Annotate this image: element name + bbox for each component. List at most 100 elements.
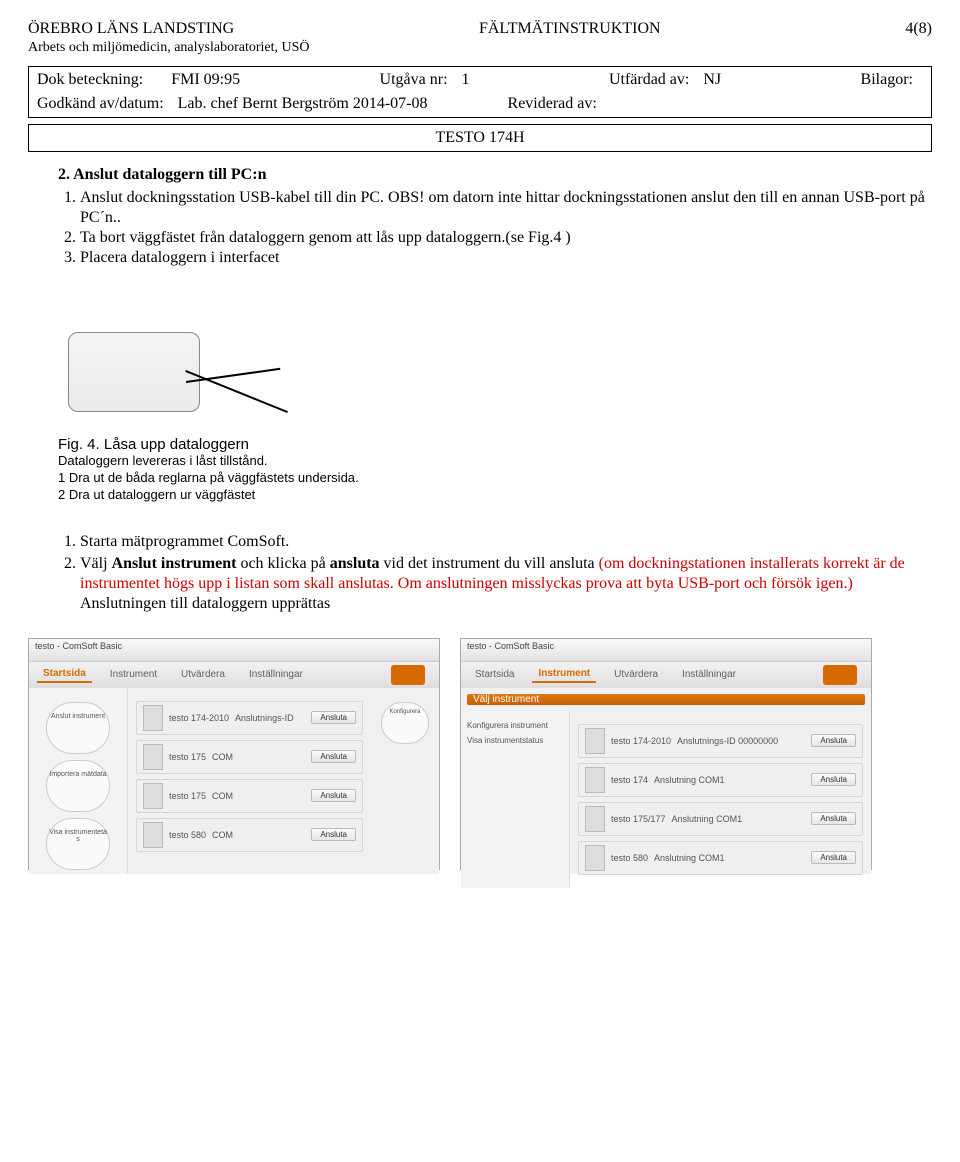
app-window-right: testo - ComSoft Basic Startsida Instrume…: [460, 638, 872, 870]
device-thumb-icon: [143, 744, 163, 770]
instrument-row[interactable]: testo 175 COM Ansluta: [136, 740, 363, 774]
instrument-port: COM: [212, 830, 233, 840]
instrument-row[interactable]: testo 174-2010 Anslutnings-ID Ansluta: [136, 701, 363, 735]
brand-logo-icon: [391, 665, 425, 685]
figure-4-caption: Fig. 4. Låsa upp dataloggern: [58, 436, 932, 453]
section-2-list: Anslut dockningsstation USB-kabel till d…: [80, 188, 932, 268]
app-body: Anslut instrument Importera mätdata Visa…: [29, 688, 439, 874]
tab-utvardera[interactable]: Utvärdera: [175, 667, 231, 682]
instrument-row[interactable]: testo 175 COM Ansluta: [136, 779, 363, 813]
connect-button[interactable]: Ansluta: [311, 828, 356, 841]
right-bubble-pane: Konfigurera: [371, 688, 439, 874]
instrument-port: Anslutning COM1: [654, 853, 725, 863]
list-item: Placera dataloggern i interfacet: [80, 248, 932, 268]
list-item: Anslut dockningsstation USB-kabel till d…: [80, 188, 932, 228]
tab-installningar[interactable]: Inställningar: [243, 667, 309, 682]
left-pane: Anslut instrument Importera mätdata Visa…: [29, 688, 128, 874]
connect-button[interactable]: Ansluta: [311, 789, 356, 802]
bubble-importera[interactable]: Importera mätdata: [46, 760, 110, 812]
app-titlebar: testo - ComSoft Basic: [461, 639, 871, 662]
app-body: Välj instrument Konfigurera instrument V…: [461, 688, 871, 874]
instrument-name: testo 174: [611, 775, 648, 785]
bubble-anslut[interactable]: Anslut instrument: [46, 702, 110, 754]
screenshots-row: testo - ComSoft Basic Startsida Instrume…: [28, 638, 932, 870]
section-2b-list: Starta mätprogrammet ComSoft. Välj Anslu…: [80, 532, 932, 614]
page-header: ÖREBRO LÄNS LANDSTING FÄLTMÄTINSTRUKTION…: [28, 20, 932, 38]
list-item: Starta mätprogrammet ComSoft.: [80, 532, 932, 552]
figure-4: Fig. 4. Låsa upp dataloggern Dataloggern…: [58, 282, 932, 504]
instrument-name: testo 174-2010: [169, 713, 229, 723]
instrument-name: testo 580: [169, 830, 206, 840]
left-pane: Konfigurera instrument Visa instrumentst…: [461, 711, 570, 888]
header-dept: Arbets och miljömedicin, analyslaborator…: [28, 40, 932, 56]
list-item: Ta bort väggfästet från dataloggern geno…: [80, 228, 932, 248]
orange-header-strip: Välj instrument: [467, 694, 865, 705]
title-box: TESTO 174H: [28, 124, 932, 152]
connect-button[interactable]: Ansluta: [311, 711, 356, 724]
connect-button[interactable]: Ansluta: [311, 750, 356, 763]
text: vid det instrument du vill ansluta: [380, 555, 599, 572]
connect-button[interactable]: Ansluta: [811, 734, 856, 747]
device-thumb-icon: [585, 845, 605, 871]
instrument-name: testo 175: [169, 752, 206, 762]
header-page: 4(8): [905, 20, 932, 38]
dok-label: Dok beteckning:: [37, 71, 143, 88]
connect-button[interactable]: Ansluta: [811, 812, 856, 825]
instrument-list: testo 174-2010 Anslutnings-ID Ansluta te…: [128, 688, 371, 874]
section-2: 2. Anslut dataloggern till PC:n Anslut d…: [58, 166, 932, 268]
instrument-row[interactable]: testo 174-2010 Anslutnings-ID 00000000 A…: [578, 724, 863, 758]
godkand-value: Lab. chef Bernt Bergström 2014-07-08: [178, 95, 428, 112]
device-thumb-icon: [143, 783, 163, 809]
utfardad-value: NJ: [703, 71, 721, 88]
bubble-visa[interactable]: Visa instrumenteta s: [46, 818, 110, 870]
figure-4-line2: 1 Dra ut de båda reglarna på väggfästets…: [58, 470, 932, 487]
app-ribbon: Startsida Instrument Utvärdera Inställni…: [29, 662, 439, 688]
device-thumb-icon: [585, 806, 605, 832]
section-2b: Starta mätprogrammet ComSoft. Välj Anslu…: [58, 532, 932, 614]
tab-startsida[interactable]: Startsida: [469, 667, 520, 682]
instrument-name: testo 174-2010: [611, 736, 671, 746]
reviderad-label: Reviderad av:: [508, 95, 597, 113]
left-label: Konfigurera instrument: [467, 721, 563, 730]
text: Välj: [80, 555, 112, 572]
instrument-port: COM: [212, 791, 233, 801]
figure-4-line3: 2 Dra ut dataloggern ur väggfästet: [58, 487, 932, 504]
godkand-label: Godkänd av/datum:: [37, 95, 164, 112]
tab-installningar[interactable]: Inställningar: [676, 667, 742, 682]
header-doctype: FÄLTMÄTINSTRUKTION: [479, 20, 661, 38]
tab-instrument[interactable]: Instrument: [104, 667, 163, 682]
device-thumb-icon: [143, 822, 163, 848]
app-window-left: testo - ComSoft Basic Startsida Instrume…: [28, 638, 440, 870]
tab-instrument[interactable]: Instrument: [532, 666, 596, 683]
instrument-port: COM: [212, 752, 233, 762]
instrument-name: testo 580: [611, 853, 648, 863]
app-titlebar: testo - ComSoft Basic: [29, 639, 439, 662]
tab-startsida[interactable]: Startsida: [37, 666, 92, 683]
instrument-row[interactable]: testo 175/177 Anslutning COM1 Ansluta: [578, 802, 863, 836]
section-2-heading: 2. Anslut dataloggern till PC:n: [58, 166, 932, 184]
text: och klicka på: [236, 555, 329, 572]
left-label: Visa instrumentstatus: [467, 736, 563, 745]
instrument-row[interactable]: testo 580 Anslutning COM1 Ansluta: [578, 841, 863, 875]
utgava-label: Utgåva nr:: [380, 71, 448, 88]
brand-logo-icon: [823, 665, 857, 685]
instrument-port: Anslutnings-ID 00000000: [677, 736, 778, 746]
connect-button[interactable]: Ansluta: [811, 773, 856, 786]
instrument-row[interactable]: testo 174 Anslutning COM1 Ansluta: [578, 763, 863, 797]
dok-value: FMI 09:95: [171, 71, 240, 88]
bubble-konfig[interactable]: Konfigurera: [381, 702, 429, 744]
device-thumb-icon: [143, 705, 163, 731]
instrument-port: Anslutning COM1: [654, 775, 725, 785]
instrument-port: Anslutning COM1: [672, 814, 743, 824]
instrument-list: testo 174-2010 Anslutnings-ID 00000000 A…: [570, 711, 871, 888]
instrument-row[interactable]: testo 580 COM Ansluta: [136, 818, 363, 852]
connect-button[interactable]: Ansluta: [811, 851, 856, 864]
text: Anslutningen till dataloggern upprättas: [80, 595, 330, 612]
tab-utvardera[interactable]: Utvärdera: [608, 667, 664, 682]
list-item: Välj Anslut instrument och klicka på ans…: [80, 554, 932, 614]
bold-text: ansluta: [330, 555, 380, 572]
docinfo-row2: Godkänd av/datum: Lab. chef Bernt Bergst…: [37, 95, 923, 113]
figure-4-line1: Dataloggern levereras i låst tillstånd.: [58, 453, 932, 470]
header-org: ÖREBRO LÄNS LANDSTING: [28, 20, 234, 38]
docinfo-row1: Dok beteckning: FMI 09:95 Utgåva nr: 1 U…: [37, 71, 923, 89]
